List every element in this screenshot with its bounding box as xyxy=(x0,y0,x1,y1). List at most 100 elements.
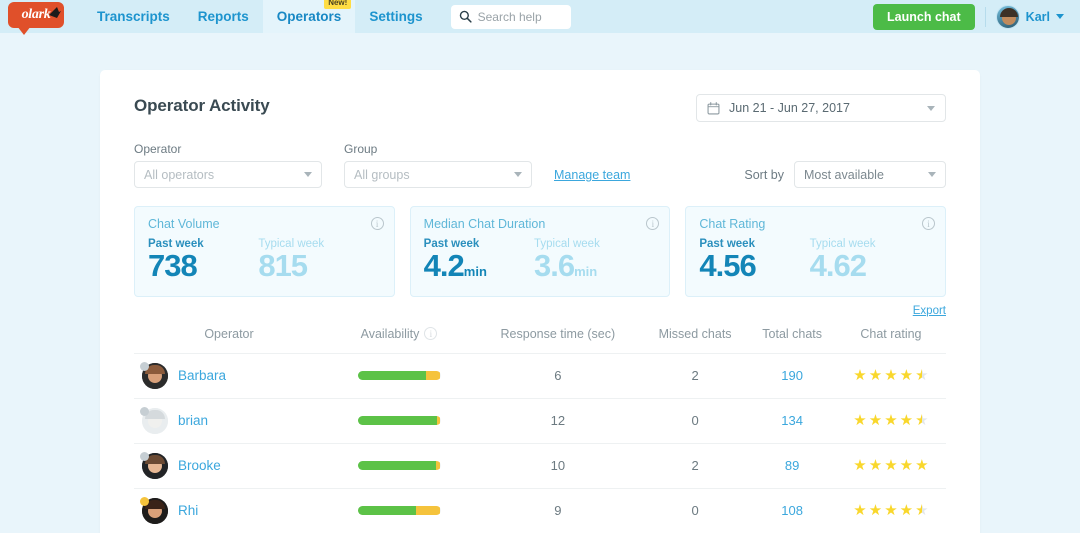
card-header: Operator Activity Jun 21 - Jun 27, 2017 xyxy=(134,94,946,122)
availability-bar-available xyxy=(357,461,437,471)
star-icon: ★ xyxy=(884,502,898,520)
operator-name-link[interactable]: brian xyxy=(178,413,208,428)
cell-chat-rating: ★ ★ ★ ★ ★ xyxy=(835,397,946,444)
stat-typical-value: 815 xyxy=(258,249,374,283)
top-navigation-bar: olark Transcripts Reports Operators New!… xyxy=(0,0,1080,35)
star-icon: ★ xyxy=(899,367,914,385)
stat-title: Median Chat Duration xyxy=(423,217,546,231)
column-header-chat-rating: Chat rating xyxy=(860,326,922,341)
cell-availability xyxy=(324,352,474,399)
table-row: brian 12 0 134 ★ ★ ★ ★ ★ xyxy=(134,397,946,444)
star-rating: ★ ★ ★ ★ ★ xyxy=(853,503,928,518)
page-title: Operator Activity xyxy=(134,96,270,115)
stat-past-week: Past week 738 xyxy=(148,238,264,283)
chevron-down-icon xyxy=(514,172,522,177)
total-chats-link[interactable]: 89 xyxy=(785,458,799,473)
column-header-response-time: Response time (sec) xyxy=(500,326,616,341)
cell-response-time: 9 xyxy=(474,487,642,533)
sort-control: Sort by Most available xyxy=(744,161,946,188)
sort-by-value: Most available xyxy=(804,167,884,182)
total-chats-link[interactable]: 134 xyxy=(781,413,803,428)
total-chats-link[interactable]: 190 xyxy=(781,368,803,383)
cell-total-chats: 89 xyxy=(748,442,836,489)
group-select-value: All groups xyxy=(354,167,410,182)
nav-item-transcripts[interactable]: Transcripts xyxy=(83,0,184,33)
cell-operator: brian xyxy=(134,397,324,444)
group-filter: Group All groups xyxy=(344,142,532,188)
availability-bar xyxy=(357,371,441,381)
cell-chat-rating: ★ ★ ★ ★ ★ xyxy=(835,442,946,489)
star-icon: ★ xyxy=(853,502,867,520)
star-icon: ★ xyxy=(853,367,867,385)
search-help-box[interactable]: Search help xyxy=(450,4,571,29)
status-dot-offline xyxy=(140,361,149,371)
operator-name-link[interactable]: Rhi xyxy=(178,503,198,518)
cell-response-time: 10 xyxy=(474,442,642,489)
operator-activity-table: Operator Availability i Response time (s… xyxy=(134,321,946,533)
star-icon: ★ xyxy=(884,367,898,385)
group-select[interactable]: All groups xyxy=(344,161,532,188)
stat-past-value: 738 xyxy=(148,248,264,283)
column-header-total-chats: Total chats xyxy=(762,326,823,341)
column-header-availability: Availability i xyxy=(324,321,474,354)
stat-typical-week: Typical week 815 xyxy=(258,238,374,283)
olark-logo[interactable]: olark xyxy=(0,0,68,35)
stat-card-median-chat-duration: Median Chat Duration i Past week 4.2min … xyxy=(409,206,671,297)
star-icon: ★ xyxy=(915,367,929,385)
stat-value-number: 4.2 xyxy=(423,248,465,283)
star-icon: ★ xyxy=(899,412,914,430)
cell-operator: Barbara xyxy=(134,352,324,399)
stat-card-chat-volume: Chat Volume i Past week 738 Typical week… xyxy=(134,206,395,297)
star-icon: ★ xyxy=(899,502,914,520)
avatar xyxy=(140,361,168,389)
info-icon[interactable]: i xyxy=(424,327,438,341)
nav-label: Settings xyxy=(369,9,423,24)
stat-typical-value: 3.6min xyxy=(534,249,650,283)
total-chats-link[interactable]: 108 xyxy=(781,503,803,518)
chevron-down-icon xyxy=(928,172,936,177)
star-icon: ★ xyxy=(899,457,914,475)
manage-team-link[interactable]: Manage team xyxy=(554,168,630,182)
star-rating: ★ ★ ★ ★ ★ xyxy=(853,368,928,383)
star-icon: ★ xyxy=(915,502,929,520)
avatar xyxy=(140,406,168,434)
nav-item-reports[interactable]: Reports xyxy=(184,0,263,33)
nav-label: Transcripts xyxy=(97,9,170,24)
table-row: Brooke 10 2 89 ★ ★ ★ ★ ★ xyxy=(134,442,946,489)
availability-bar-away xyxy=(437,416,441,426)
operator-select[interactable]: All operators xyxy=(134,161,322,188)
cell-availability xyxy=(324,442,474,489)
nav-item-settings[interactable]: Settings xyxy=(355,0,436,33)
cell-operator: Brooke xyxy=(134,442,324,489)
export-row: Export xyxy=(134,305,946,317)
info-icon[interactable]: i xyxy=(646,217,660,230)
page-body: Operator Activity Jun 21 - Jun 27, 2017 … xyxy=(0,33,1080,533)
operator-name-link[interactable]: Barbara xyxy=(178,368,226,383)
export-link[interactable]: Export xyxy=(913,305,946,317)
cell-availability xyxy=(324,397,474,444)
availability-bar xyxy=(357,506,441,516)
user-menu[interactable]: Karl xyxy=(995,4,1064,29)
sort-by-label: Sort by xyxy=(744,167,784,182)
cell-total-chats: 190 xyxy=(748,352,836,399)
sort-by-select[interactable]: Most available xyxy=(794,161,946,188)
stat-value-number: 738 xyxy=(148,248,198,283)
cell-missed-chats: 2 xyxy=(641,442,749,489)
calendar-icon xyxy=(707,101,720,114)
stat-past-value: 4.56 xyxy=(699,249,815,283)
stat-typical-week: Typical week 3.6min xyxy=(534,238,650,283)
stat-title: Chat Rating xyxy=(699,217,766,231)
operator-name-link[interactable]: Brooke xyxy=(178,458,221,473)
stat-unit: min xyxy=(463,264,487,279)
chevron-down-icon xyxy=(1056,14,1064,19)
stat-card-chat-rating: Chat Rating i Past week 4.56 Typical wee… xyxy=(685,206,947,297)
chevron-down-icon xyxy=(304,172,312,177)
nav-item-operators[interactable]: Operators New! xyxy=(262,0,356,33)
date-range-picker[interactable]: Jun 21 - Jun 27, 2017 xyxy=(696,94,946,122)
nav-label: Reports xyxy=(197,9,249,24)
info-icon[interactable]: i xyxy=(370,217,384,230)
star-icon: ★ xyxy=(868,457,883,475)
info-icon[interactable]: i xyxy=(922,217,936,230)
launch-chat-button[interactable]: Launch chat xyxy=(873,3,975,30)
cell-chat-rating: ★ ★ ★ ★ ★ xyxy=(835,487,946,533)
